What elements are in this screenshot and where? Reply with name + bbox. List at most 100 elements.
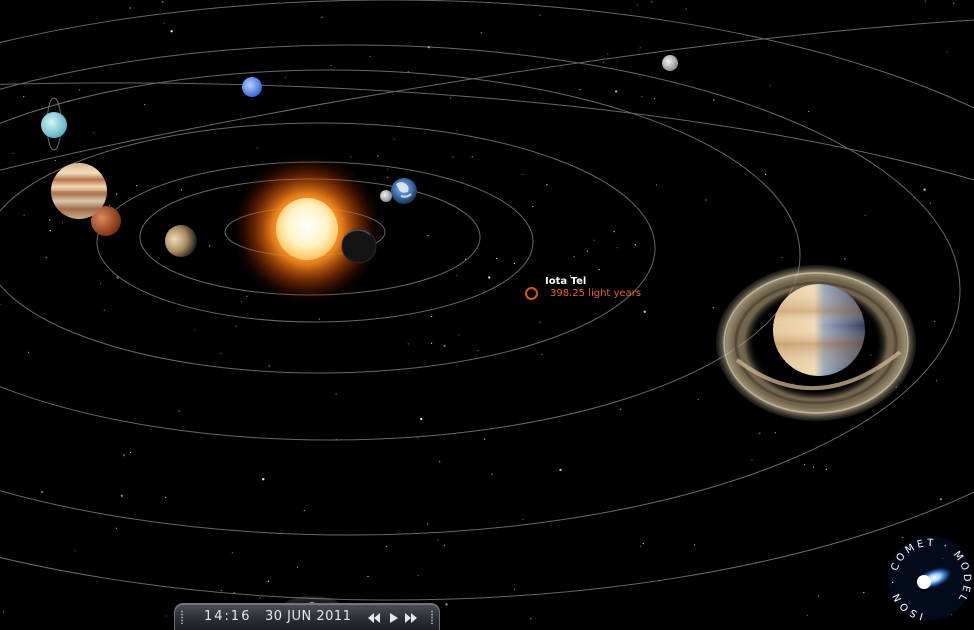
star bbox=[350, 156, 352, 158]
star bbox=[443, 344, 446, 347]
star bbox=[162, 1, 164, 3]
solar-system-view[interactable] bbox=[0, 0, 974, 625]
planet-saturn[interactable] bbox=[716, 265, 916, 421]
star bbox=[496, 257, 498, 260]
star bbox=[49, 230, 52, 232]
star bbox=[936, 380, 938, 382]
star bbox=[79, 89, 81, 91]
star bbox=[712, 307, 715, 309]
star bbox=[812, 466, 815, 468]
star bbox=[491, 473, 493, 475]
star bbox=[439, 461, 441, 463]
star bbox=[598, 269, 600, 271]
star bbox=[613, 231, 615, 233]
drag-handle-left-icon[interactable] bbox=[181, 610, 183, 624]
star bbox=[477, 349, 479, 352]
target-marker-icon[interactable] bbox=[525, 287, 538, 300]
star bbox=[844, 258, 846, 260]
star bbox=[639, 545, 642, 547]
star bbox=[764, 173, 767, 175]
star bbox=[115, 527, 117, 529]
planet-earth[interactable] bbox=[391, 178, 417, 204]
star bbox=[417, 574, 419, 577]
star bbox=[129, 7, 131, 9]
star bbox=[484, 438, 486, 440]
star bbox=[694, 544, 696, 546]
star bbox=[54, 159, 56, 162]
target-name: Iota Tel bbox=[545, 276, 587, 287]
star bbox=[593, 239, 595, 241]
star bbox=[144, 104, 146, 106]
star bbox=[93, 132, 95, 134]
star bbox=[653, 98, 656, 100]
star bbox=[431, 315, 433, 318]
star bbox=[120, 494, 124, 497]
star bbox=[532, 205, 534, 208]
star bbox=[450, 97, 452, 99]
star bbox=[651, 1, 653, 3]
star bbox=[929, 202, 931, 204]
star bbox=[636, 4, 639, 6]
star bbox=[109, 204, 111, 206]
star bbox=[437, 539, 439, 541]
planet-jupiter[interactable] bbox=[51, 163, 107, 219]
star bbox=[240, 301, 243, 303]
star bbox=[546, 184, 548, 186]
star bbox=[23, 95, 25, 98]
play-button[interactable] bbox=[388, 612, 402, 624]
star bbox=[318, 318, 320, 320]
star bbox=[923, 188, 926, 191]
star bbox=[335, 393, 337, 395]
star bbox=[12, 152, 14, 154]
planet-neptune[interactable] bbox=[242, 77, 262, 97]
star bbox=[220, 352, 222, 355]
star bbox=[367, 575, 369, 578]
star bbox=[705, 199, 707, 201]
star bbox=[330, 64, 332, 67]
star bbox=[655, 184, 658, 186]
planet-uranus[interactable] bbox=[41, 97, 67, 151]
rewind-button[interactable] bbox=[367, 612, 381, 624]
star bbox=[642, 542, 644, 545]
star bbox=[641, 95, 643, 97]
star bbox=[458, 334, 460, 336]
star bbox=[178, 410, 180, 412]
star bbox=[573, 256, 575, 258]
star bbox=[23, 214, 25, 216]
star bbox=[386, 176, 388, 178]
star bbox=[387, 168, 389, 170]
star bbox=[303, 510, 305, 512]
star bbox=[385, 545, 387, 548]
star bbox=[445, 603, 448, 606]
star bbox=[180, 189, 183, 191]
star bbox=[616, 247, 618, 249]
star bbox=[74, 550, 76, 552]
star bbox=[817, 595, 820, 597]
star bbox=[759, 432, 761, 434]
dwarf-planet-pluto[interactable] bbox=[662, 55, 678, 71]
star bbox=[393, 138, 395, 141]
star bbox=[235, 325, 237, 327]
planet-venus[interactable] bbox=[341, 228, 377, 264]
star bbox=[103, 309, 105, 311]
star bbox=[713, 99, 715, 101]
drag-handle-right-icon[interactable] bbox=[431, 610, 433, 624]
star bbox=[256, 147, 258, 149]
star bbox=[28, 351, 30, 353]
star bbox=[45, 257, 48, 259]
moon[interactable] bbox=[380, 190, 392, 202]
orbit-neptune bbox=[0, 82, 974, 181]
fast-forward-button[interactable] bbox=[404, 612, 418, 624]
planet-mercury[interactable] bbox=[165, 225, 197, 257]
star bbox=[3, 610, 5, 613]
ison-comet-model-logo[interactable]: ISON · COMET · MODEL bbox=[886, 534, 974, 622]
star bbox=[522, 518, 524, 520]
star bbox=[586, 250, 588, 252]
star bbox=[513, 588, 516, 591]
star bbox=[209, 245, 211, 247]
star bbox=[541, 353, 543, 356]
star bbox=[220, 589, 223, 592]
star bbox=[100, 282, 102, 284]
orbit-jupiter bbox=[0, 69, 801, 441]
star bbox=[697, 398, 699, 401]
